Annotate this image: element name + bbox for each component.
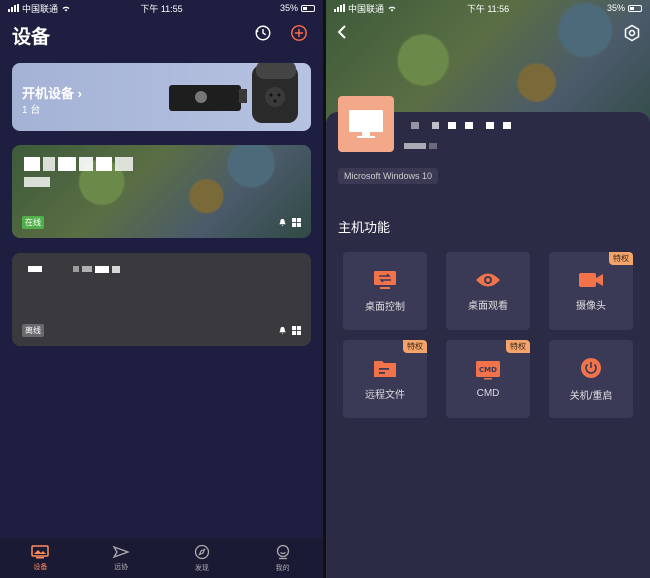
- tab-remote-assist[interactable]: 远协: [81, 538, 162, 578]
- eye-icon: [476, 273, 500, 286]
- page-title: 设备: [12, 27, 51, 48]
- folder-icon: [374, 360, 396, 377]
- compass-icon: [194, 544, 210, 559]
- settings-icon[interactable]: [623, 24, 641, 42]
- wifi-icon: [388, 6, 396, 12]
- function-label: 桌面控制: [365, 301, 405, 313]
- host-name-redacted: [411, 122, 511, 129]
- boot-device-label: 开机设备: [22, 86, 75, 101]
- bell-icon: [279, 218, 286, 227]
- history-icon[interactable]: [254, 24, 272, 42]
- tab-discover[interactable]: 发现: [162, 538, 243, 578]
- power-button[interactable]: 关机/重启: [549, 340, 633, 418]
- offline-device-card[interactable]: 离线: [12, 253, 311, 346]
- function-label: CMD: [476, 387, 500, 399]
- remote-assist-icon: [112, 545, 131, 558]
- smart-plug-icon: [252, 63, 298, 123]
- status-badge: 离线: [22, 324, 44, 337]
- privilege-tag: 特权: [506, 340, 530, 353]
- add-device-icon[interactable]: [290, 24, 308, 42]
- device-name-redacted: [28, 266, 120, 273]
- battery-icon: [628, 4, 642, 12]
- online-device-card[interactable]: 在线: [12, 145, 311, 238]
- back-icon[interactable]: [335, 24, 349, 40]
- privilege-tag: 特权: [403, 340, 427, 353]
- tab-bar: 设备 远协 发现 我的: [0, 538, 323, 578]
- section-title: 主机功能: [338, 220, 391, 235]
- function-label: 远程文件: [365, 389, 405, 401]
- status-bar: 中国联通 下午 11:55 35%: [0, 0, 323, 16]
- function-label: 关机/重启: [569, 390, 613, 402]
- camera-button[interactable]: 特权 摄像头: [549, 252, 633, 330]
- tab-label: 设备: [33, 563, 48, 571]
- host-thumbnail: [338, 96, 394, 152]
- tab-profile[interactable]: 我的: [242, 538, 323, 578]
- desktop-control-icon: [374, 270, 396, 289]
- signal-icon: [8, 4, 19, 12]
- battery-percent: 35%: [606, 3, 625, 13]
- desktop-control-button[interactable]: 桌面控制: [343, 252, 427, 330]
- signal-icon: [334, 4, 345, 12]
- camera-icon: [579, 272, 603, 287]
- tab-label: 我的: [275, 564, 290, 572]
- privilege-tag: 特权: [609, 252, 633, 265]
- power-icon: [581, 357, 601, 378]
- function-label: 桌面观看: [468, 300, 508, 312]
- boot-device-card[interactable]: 开机设备 › 1 台: [12, 63, 311, 131]
- battery-icon: [301, 4, 315, 12]
- tab-label: 远协: [114, 563, 129, 571]
- desktop-view-button[interactable]: 桌面观看: [446, 252, 530, 330]
- wifi-icon: [62, 6, 70, 12]
- devices-screen: 中国联通 下午 11:55 35% 设备 开机设备 › 1 台 在线 离线 设备…: [0, 0, 323, 578]
- profile-icon: [276, 544, 289, 559]
- status-time: 下午 11:55: [140, 3, 183, 14]
- battery-percent: 35%: [279, 3, 298, 13]
- chevron-right-icon: ›: [77, 86, 82, 101]
- remote-files-button[interactable]: 特权 远程文件: [343, 340, 427, 418]
- host-detail-screen: 中国联通 下午 11:56 35% Microsoft Windows 10 主…: [326, 0, 650, 578]
- carrier-label: 中国联通: [348, 3, 385, 14]
- carrier-label: 中国联通: [22, 3, 59, 14]
- cmd-button[interactable]: 特权 CMD CMD: [446, 340, 530, 418]
- device-name-redacted: [24, 157, 133, 171]
- boot-device-count: 1 台: [22, 105, 41, 116]
- bell-icon: [279, 326, 286, 335]
- cmd-icon: CMD: [476, 360, 500, 379]
- tab-label: 发现: [194, 564, 209, 572]
- monitor-icon: [349, 110, 383, 138]
- boot-dongle-icon: [169, 85, 247, 111]
- function-label: 摄像头: [576, 300, 606, 312]
- windows-icon: [292, 218, 301, 227]
- svg-text:CMD: CMD: [479, 366, 497, 374]
- windows-icon: [292, 326, 301, 335]
- status-time: 下午 11:56: [466, 3, 510, 14]
- device-icon: [31, 544, 50, 558]
- os-label: Microsoft Windows 10: [338, 168, 439, 184]
- tab-devices[interactable]: 设备: [0, 538, 81, 578]
- status-bar: 中国联通 下午 11:56 35%: [326, 0, 650, 16]
- status-badge: 在线: [22, 216, 44, 229]
